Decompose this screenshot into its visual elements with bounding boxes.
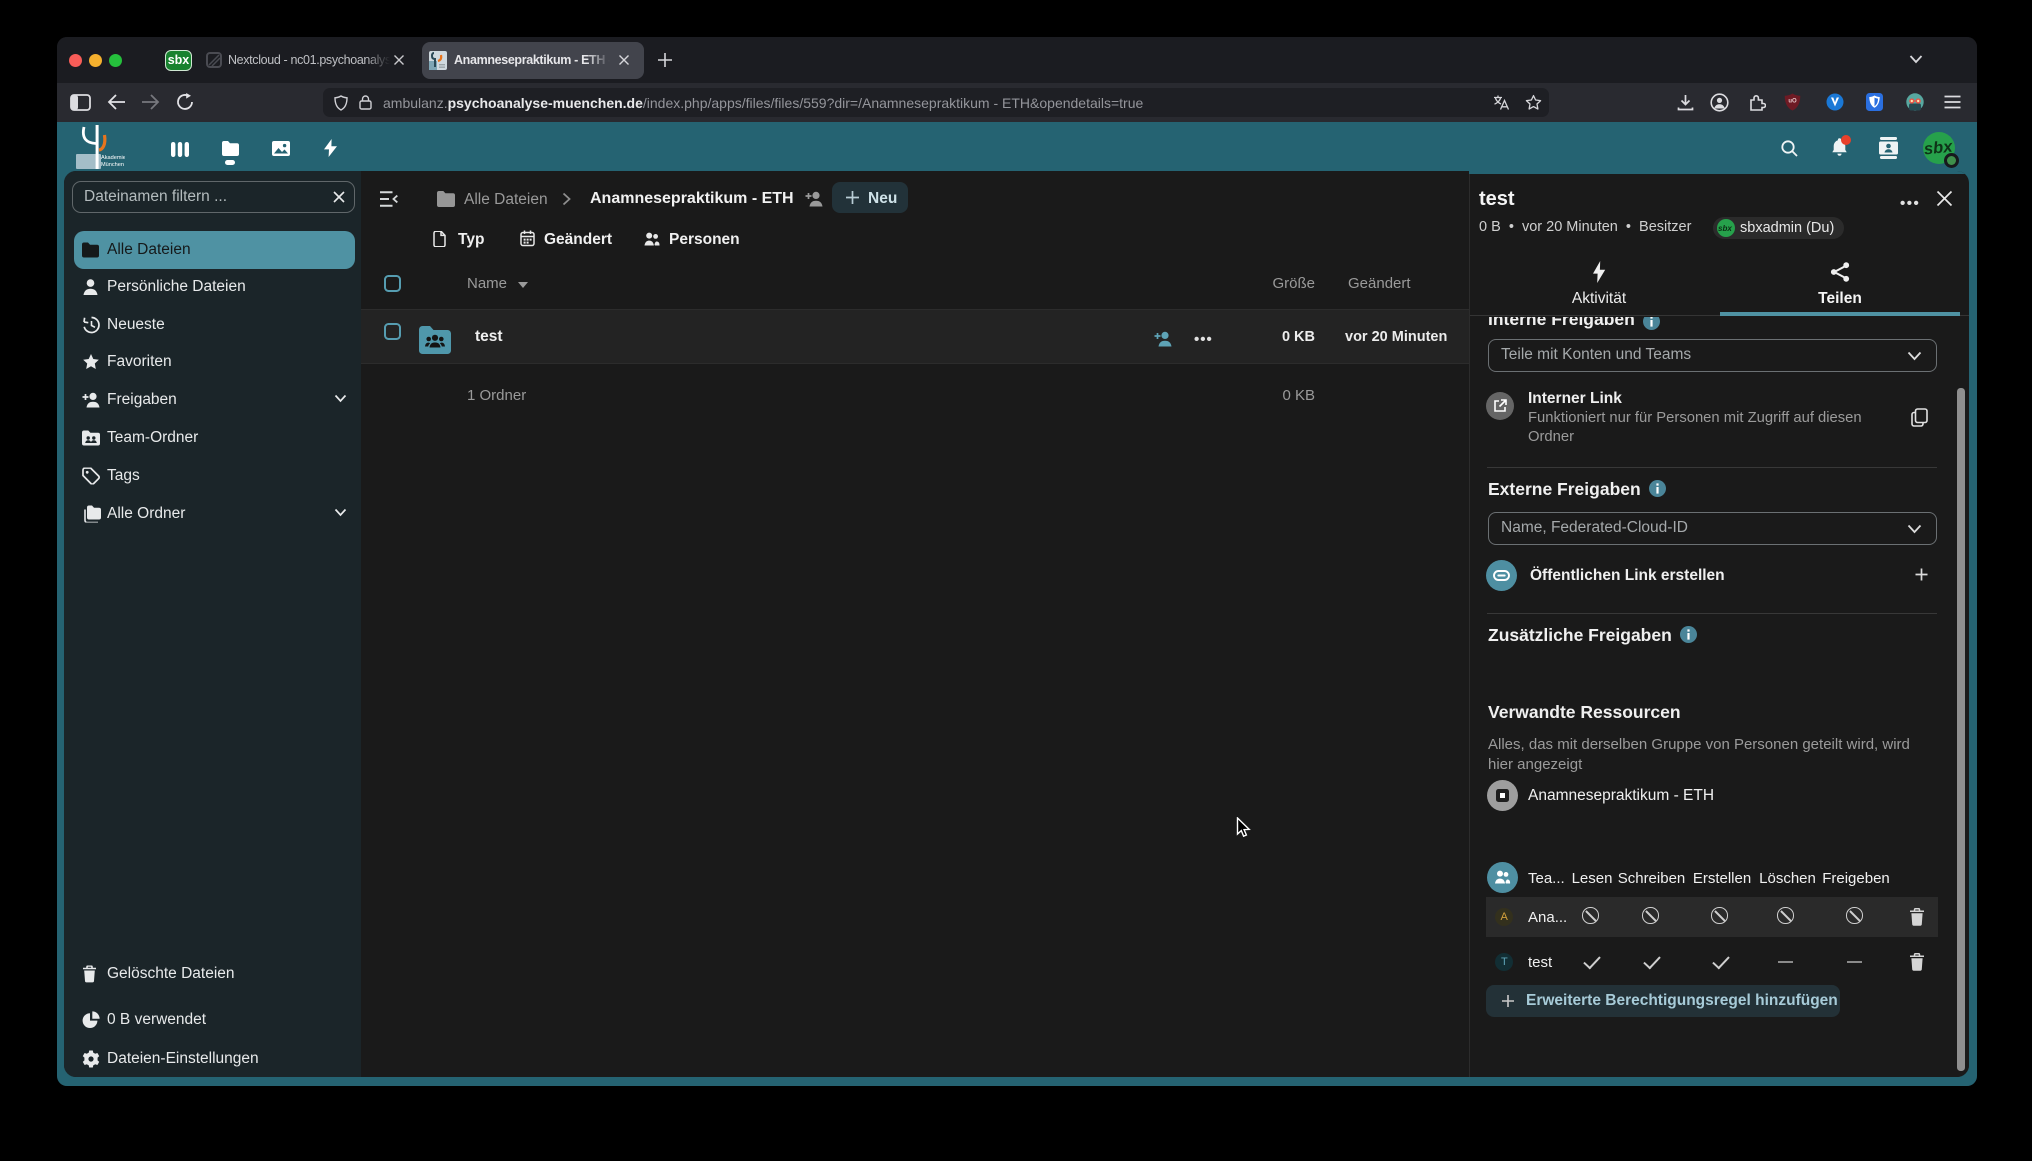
svg-text:Akademie: Akademie [101, 155, 125, 161]
svg-text:München: München [101, 162, 124, 168]
svg-text:uO: uO [1788, 99, 1797, 105]
